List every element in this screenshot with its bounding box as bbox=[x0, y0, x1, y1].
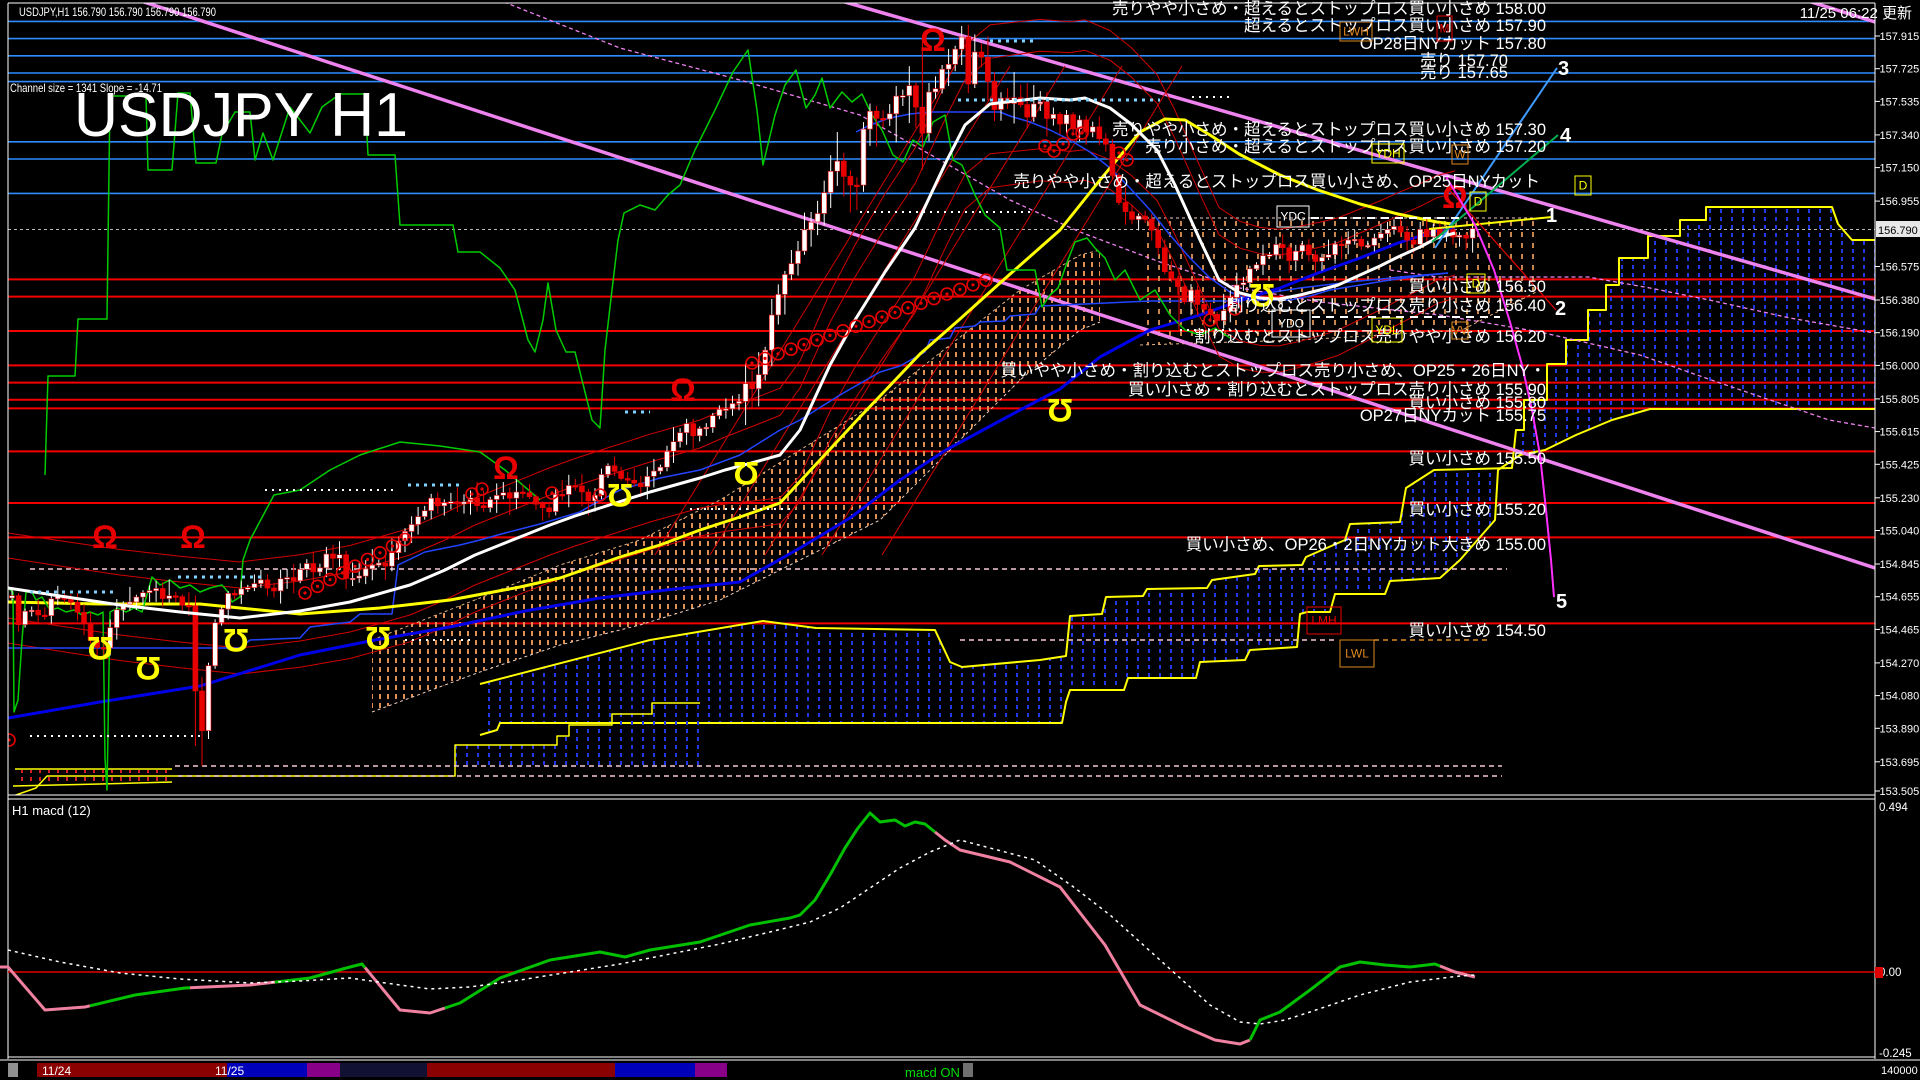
svg-text:157.150: 157.150 bbox=[1880, 163, 1920, 175]
svg-text:156.790: 156.790 bbox=[1878, 225, 1918, 237]
svg-text:Ω: Ω bbox=[733, 455, 759, 491]
svg-text:LWL: LWL bbox=[1345, 647, 1369, 661]
svg-text:11/24: 11/24 bbox=[42, 1064, 71, 1078]
svg-text:155.040: 155.040 bbox=[1880, 526, 1920, 538]
svg-text:LMH: LMH bbox=[1311, 614, 1336, 628]
svg-text:157.535: 157.535 bbox=[1880, 96, 1920, 108]
svg-text:YDL: YDL bbox=[1375, 323, 1399, 337]
svg-text:買い小さめ 155.50: 買い小さめ 155.50 bbox=[1408, 449, 1546, 468]
svg-text:2: 2 bbox=[1555, 298, 1566, 320]
svg-text:W: W bbox=[1454, 148, 1466, 162]
svg-text:LWH: LWH bbox=[1343, 25, 1369, 39]
svg-text:D: D bbox=[1472, 277, 1481, 291]
svg-text:Ω: Ω bbox=[135, 650, 161, 686]
svg-text:Ω: Ω bbox=[607, 477, 633, 513]
svg-text:H1 macd (12): H1 macd (12) bbox=[12, 803, 91, 818]
svg-text:割り込むとストップロス売りやや小さめ 156.20: 割り込むとストップロス売りやや小さめ 156.20 bbox=[1194, 327, 1546, 346]
svg-text:売りやや小さめ・超えるとストップロス買い小さめ 157.30: 売りやや小さめ・超えるとストップロス買い小さめ 157.30 bbox=[1112, 120, 1546, 139]
svg-text:YDH: YDH bbox=[1375, 147, 1400, 161]
svg-text:Ω: Ω bbox=[365, 620, 391, 656]
svg-text:153.695: 153.695 bbox=[1880, 757, 1920, 769]
svg-text:11/25 06:22 更新: 11/25 06:22 更新 bbox=[1800, 5, 1912, 22]
svg-text:割り込むとストップロス売り小さめ 156.40: 割り込むとストップロス売り小さめ 156.40 bbox=[1227, 296, 1546, 315]
svg-text:157.915: 157.915 bbox=[1880, 31, 1920, 43]
svg-text:156.190: 156.190 bbox=[1880, 328, 1920, 340]
svg-text:OP28日NYカット 157.80: OP28日NYカット 157.80 bbox=[1360, 35, 1546, 53]
svg-text:154.655: 154.655 bbox=[1880, 592, 1920, 604]
svg-text:155.615: 155.615 bbox=[1880, 427, 1920, 439]
svg-text:154.080: 154.080 bbox=[1880, 691, 1920, 703]
svg-text:154.845: 154.845 bbox=[1880, 559, 1920, 571]
svg-text:Ω: Ω bbox=[493, 450, 519, 486]
svg-text:Ω: Ω bbox=[920, 22, 946, 58]
svg-text:Ω: Ω bbox=[92, 519, 118, 555]
svg-text:Ω: Ω bbox=[180, 519, 206, 555]
svg-text:-0.245: -0.245 bbox=[1879, 1048, 1912, 1060]
svg-text:買い小さめ 155.20: 買い小さめ 155.20 bbox=[1408, 500, 1546, 519]
svg-text:Ω: Ω bbox=[223, 622, 249, 658]
svg-text:0.494: 0.494 bbox=[1879, 802, 1908, 814]
svg-text:YDO: YDO bbox=[1278, 317, 1304, 331]
svg-text:売り 157.65: 売り 157.65 bbox=[1420, 63, 1508, 82]
svg-text:140000: 140000 bbox=[1881, 1065, 1918, 1077]
svg-text:D: D bbox=[1474, 195, 1483, 209]
svg-text:M: M bbox=[1440, 22, 1450, 36]
svg-text:157.725: 157.725 bbox=[1880, 64, 1920, 76]
svg-text:売りやや小さめ・超えるとストップロス買い小さめ、OP25日N: 売りやや小さめ・超えるとストップロス買い小さめ、OP25日NYカット bbox=[1013, 172, 1540, 191]
svg-text:156.575: 156.575 bbox=[1880, 262, 1920, 274]
svg-text:5: 5 bbox=[1556, 591, 1567, 613]
svg-text:3: 3 bbox=[1558, 58, 1569, 80]
svg-text:売り小さめ・超えるとストップロス買い小さめ 157.20: 売り小さめ・超えるとストップロス買い小さめ 157.20 bbox=[1145, 137, 1546, 156]
svg-text:155.230: 155.230 bbox=[1880, 493, 1920, 505]
svg-text:Ω: Ω bbox=[670, 372, 696, 408]
svg-text:156.380: 156.380 bbox=[1880, 295, 1920, 307]
svg-text:買いやや小さめ・割り込むとストップロス売り小さめ、OP25・: 買いやや小さめ・割り込むとストップロス売り小さめ、OP25・26日NY・ bbox=[1001, 361, 1546, 380]
svg-text:155.425: 155.425 bbox=[1880, 459, 1920, 471]
svg-text:4: 4 bbox=[1560, 125, 1572, 147]
svg-text:OP27日NYカット 155.75: OP27日NYカット 155.75 bbox=[1360, 407, 1546, 425]
svg-text:1: 1 bbox=[1546, 205, 1557, 227]
svg-text:153.890: 153.890 bbox=[1880, 723, 1920, 735]
svg-text:11/25: 11/25 bbox=[215, 1064, 244, 1078]
svg-text:macd ON: macd ON bbox=[905, 1065, 960, 1080]
svg-text:156.955: 156.955 bbox=[1880, 196, 1920, 208]
svg-text:155.805: 155.805 bbox=[1880, 394, 1920, 406]
svg-text:USDJPY H1: USDJPY H1 bbox=[74, 81, 408, 150]
svg-text:買い小さめ、OP26・2日NYカット大きめ 155.00: 買い小さめ、OP26・2日NYカット大きめ 155.00 bbox=[1186, 535, 1546, 554]
svg-text:Ω: Ω bbox=[87, 630, 113, 666]
svg-text:YDC: YDC bbox=[1280, 210, 1306, 224]
svg-text:154.465: 154.465 bbox=[1880, 624, 1920, 636]
svg-text:D: D bbox=[1579, 179, 1588, 193]
svg-text:超えるとストップロス買い小さめ 157.90: 超えるとストップロス買い小さめ 157.90 bbox=[1244, 16, 1546, 35]
svg-text:157.340: 157.340 bbox=[1880, 130, 1920, 142]
svg-text:156.000: 156.000 bbox=[1880, 360, 1920, 372]
svg-text:買い小さめ 154.50: 買い小さめ 154.50 bbox=[1408, 621, 1546, 640]
svg-text:VV: VV bbox=[1452, 324, 1468, 338]
svg-text:USDJPY,H1 156.790 156.790 156: USDJPY,H1 156.790 156.790 156.790 156.79… bbox=[19, 5, 216, 19]
svg-text:154.270: 154.270 bbox=[1880, 658, 1920, 670]
svg-text:153.505: 153.505 bbox=[1880, 786, 1920, 798]
svg-text:Ω: Ω bbox=[1047, 392, 1073, 428]
